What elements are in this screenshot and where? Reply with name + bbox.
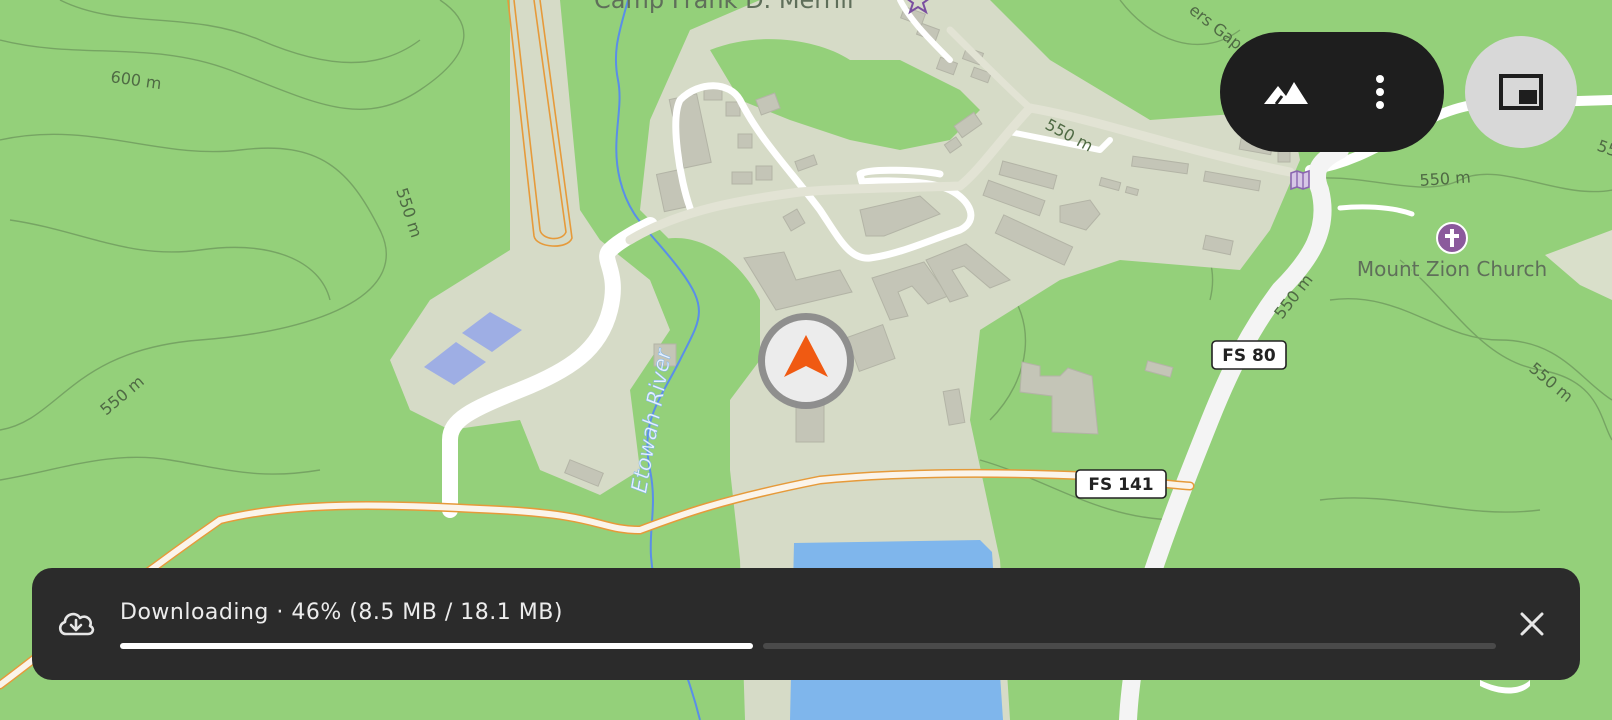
download-progress-bar — [120, 643, 1496, 649]
close-icon — [1520, 612, 1544, 636]
cross-icon[interactable] — [1436, 222, 1468, 254]
more-options-button[interactable] — [1350, 62, 1410, 122]
download-progress-remaining — [763, 643, 1496, 649]
cloud-download-icon — [56, 604, 96, 644]
camp-label: Camp Frank D. Merrill — [594, 0, 854, 14]
terrain-button[interactable] — [1256, 62, 1316, 122]
close-button[interactable] — [1512, 604, 1552, 644]
more-vert-icon — [1376, 75, 1384, 109]
navigation-arrow-icon[interactable] — [758, 313, 854, 409]
terrain-icon — [1264, 82, 1308, 105]
contour-label: 550 m — [1419, 167, 1471, 190]
map-controls-pill — [1220, 32, 1444, 152]
road-shield-fs80: FS 80 — [1211, 340, 1287, 370]
svg-text:FS 80: FS 80 — [1222, 346, 1276, 366]
download-progress-fill — [120, 643, 753, 649]
picture-in-picture-button[interactable] — [1465, 36, 1577, 148]
map-icon[interactable] — [1290, 169, 1310, 191]
church-label: Mount Zion Church — [1357, 257, 1547, 281]
svg-text:FS 141: FS 141 — [1088, 475, 1153, 495]
download-banner: Downloading · 46% (8.5 MB / 18.1 MB) — [32, 568, 1580, 680]
download-status: Downloading · 46% (8.5 MB / 18.1 MB) — [120, 600, 563, 625]
road-shield-fs141: FS 141 — [1075, 469, 1167, 499]
picture-in-picture-icon — [1499, 74, 1543, 110]
